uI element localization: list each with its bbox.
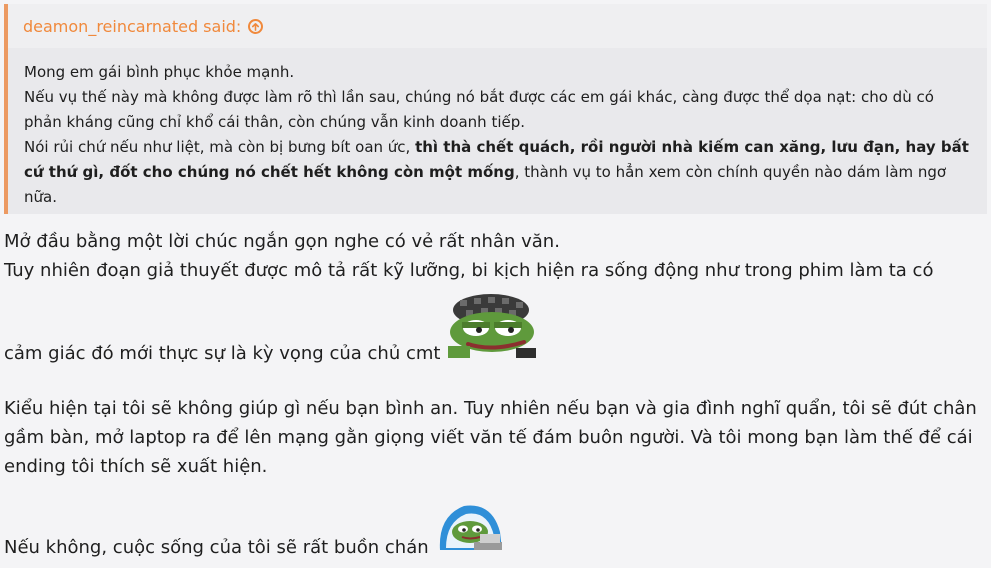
quote-line: Nói rủi chứ nếu như liệt, mà còn bị bưng… xyxy=(24,135,975,210)
reply-line: Tuy nhiên đoạn giả thuyết được mô tả rất… xyxy=(4,260,934,281)
pepe-blanket-emoji xyxy=(434,502,504,561)
reply-paragraph-1: Mở đầu bằng một lời chúc ngắn gọn nghe c… xyxy=(4,227,989,285)
quote-line: Mong em gái bình phục khỏe mạnh. xyxy=(24,63,295,81)
reply-line: Nếu không, cuộc sống của tôi sẽ rất buồn… xyxy=(4,537,429,558)
quote-block: deamon_reincarnated said: Mong em gái bì… xyxy=(4,4,987,214)
reply-paragraph-2: Kiểu hiện tại tôi sẽ không giúp gì nếu b… xyxy=(4,394,989,481)
reply-line: Mở đầu bằng một lời chúc ngắn gọn nghe c… xyxy=(4,231,560,252)
quote-header[interactable]: deamon_reincarnated said: xyxy=(8,4,987,48)
quote-body: Mong em gái bình phục khỏe mạnh. Nếu vụ … xyxy=(8,48,987,210)
quote-line: Nếu vụ thế này mà không được làm rõ thì … xyxy=(24,88,934,131)
reply-line: cảm giác đó mới thực sự là kỳ vọng của c… xyxy=(4,343,441,364)
reply-line: Kiểu hiện tại tôi sẽ không giúp gì nếu b… xyxy=(4,398,977,477)
reply-last-line: Nếu không, cuộc sống của tôi sẽ rất buồn… xyxy=(4,502,989,561)
quote-text: Nói rủi chứ nếu như liệt, mà còn bị bưng… xyxy=(24,138,416,156)
quote-author-link[interactable]: deamon_reincarnated said: xyxy=(23,17,241,36)
pepe-detective-smirk-emoji xyxy=(446,288,538,367)
reply-line-with-emoji: cảm giác đó mới thực sự là kỳ vọng của c… xyxy=(4,288,989,367)
arrow-up-circle-icon[interactable] xyxy=(248,18,264,34)
post-content: deamon_reincarnated said: Mong em gái bì… xyxy=(0,0,991,568)
